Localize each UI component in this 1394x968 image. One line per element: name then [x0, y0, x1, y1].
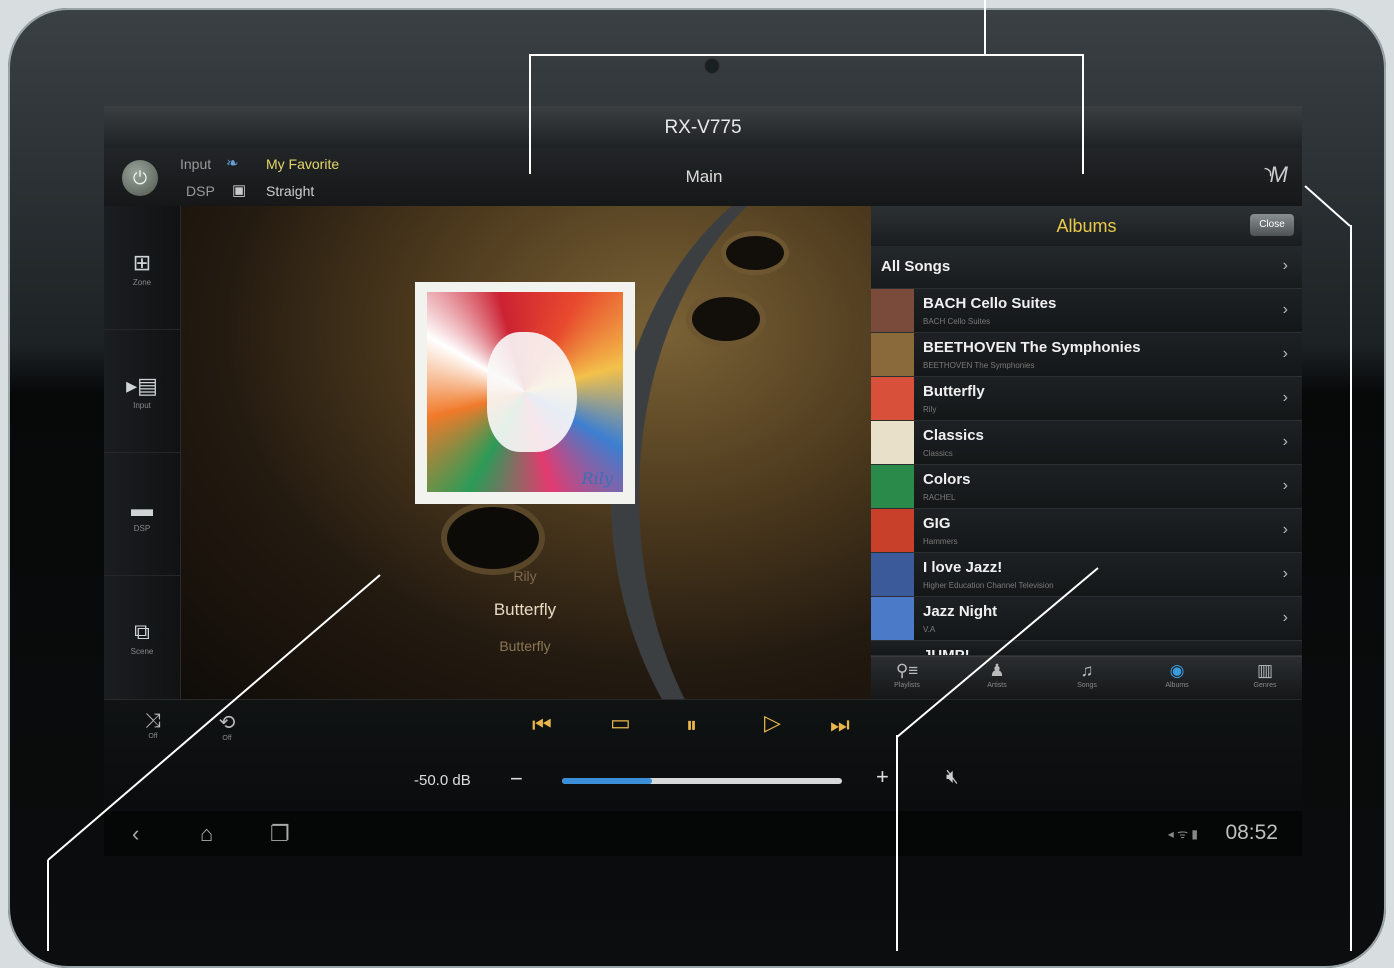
- callout-diagonals: [47, 185, 1351, 861]
